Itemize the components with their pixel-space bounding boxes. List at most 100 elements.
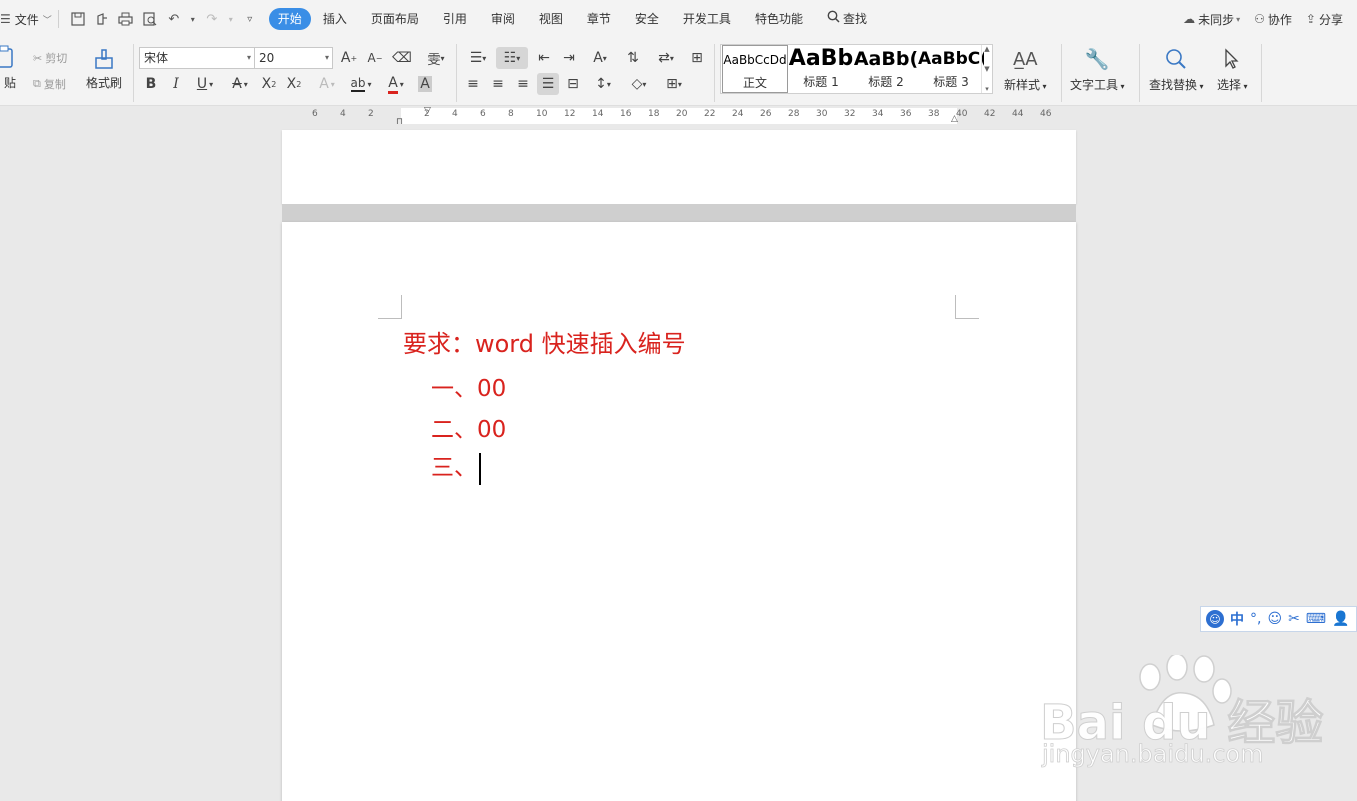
previous-page [282, 130, 1076, 204]
print-preview-icon[interactable] [141, 10, 159, 28]
underline-icon[interactable]: U ▾ [190, 73, 220, 95]
tab-home[interactable]: 开始 [268, 8, 311, 30]
divider [57, 10, 59, 28]
document-heading[interactable]: 要求：word 快速插入编号 [403, 324, 686, 359]
styles-scroll[interactable]: ▲ ▼ ▾ [981, 45, 992, 93]
customize-toolbar-icon[interactable]: ▿ [241, 10, 259, 28]
cut-label: 剪切 [45, 52, 68, 65]
left-indent-marker[interactable]: ⊓ [396, 117, 403, 127]
find-replace-text: 查找替换 ▾ [1149, 76, 1204, 93]
divider [1139, 44, 1140, 102]
sync-status[interactable]: ☁ 未同步 ▾ [1183, 11, 1240, 28]
cut-button[interactable]: ✂ 剪切 [33, 50, 67, 66]
show-hide-icon[interactable]: ⇄ ▾ [652, 47, 680, 69]
increase-indent-icon[interactable]: ⇥ [558, 47, 580, 69]
save-icon[interactable] [69, 10, 87, 28]
find-replace-button[interactable]: 查找替换 ▾ [1149, 46, 1204, 93]
distributed-icon[interactable]: ⊟ [562, 73, 584, 95]
list-item-active[interactable]: 三、 [431, 448, 481, 485]
shading-icon[interactable]: ◇ ▾ [625, 73, 653, 95]
select-button[interactable]: 选择 ▾ [1217, 46, 1248, 93]
export-icon[interactable] [93, 10, 111, 28]
keyboard-icon[interactable]: ⌨ [1306, 611, 1326, 627]
style-heading-2[interactable]: AaBb( 标题 2 [853, 45, 919, 93]
undo-icon[interactable]: ↶ [165, 10, 183, 28]
print-icon[interactable] [117, 10, 135, 28]
chevron-down-icon[interactable]: ▾ [227, 10, 235, 28]
user-icon[interactable]: 👤 [1332, 611, 1349, 627]
align-left-icon[interactable]: ≡ [462, 73, 484, 95]
superscript-icon[interactable]: X2 [258, 73, 280, 95]
copy-icon: ⧉ [33, 77, 41, 90]
font-color-icon[interactable]: A ▾ [381, 73, 411, 95]
bullet-list-icon[interactable]: ☰ ▾ [464, 47, 492, 69]
tab-chapter[interactable]: 章节 [575, 8, 623, 30]
align-right-icon[interactable]: ≡ [512, 73, 534, 95]
collaborate-button[interactable]: ⚇ 协作 [1254, 11, 1292, 28]
copy-button[interactable]: ⧉ 复制 [33, 76, 66, 92]
character-shading-icon[interactable]: A [414, 73, 436, 95]
clear-format-icon[interactable]: ⌫ [391, 47, 413, 69]
expand-icon[interactable]: ▾ [985, 85, 989, 93]
style-preview: AaBb( [853, 48, 919, 70]
tab-page-layout[interactable]: 页面布局 [359, 8, 431, 30]
justify-icon[interactable]: ☰ [537, 73, 559, 95]
style-heading-1[interactable]: AaBb 标题 1 [788, 45, 854, 93]
format-painter-label: 格式刷 [86, 76, 123, 90]
highlight-icon[interactable]: ab ▾ [346, 73, 376, 95]
chevron-down-icon[interactable]: ▾ [189, 10, 197, 28]
numbered-list-icon[interactable]: ☷ ▾ [496, 47, 528, 69]
horizontal-ruler[interactable]: ▽ ⊓ △ 6 4 2 2 4 6 8 10 12 14 16 18 20 22 24 26 28 30 32 34 3… [0, 106, 1357, 128]
border-icon[interactable]: ⊞ ▾ [660, 73, 688, 95]
tab-developer[interactable]: 开发工具 [671, 8, 743, 30]
shrink-font-icon[interactable]: A − [364, 47, 386, 69]
tab-features[interactable]: 特色功能 [743, 8, 815, 30]
menu-icon: ☰ [0, 12, 11, 26]
redo-icon[interactable]: ↷ [203, 10, 221, 28]
chevron-down-icon: ▾ [246, 53, 251, 62]
list-item[interactable]: 一、00 [431, 369, 506, 403]
format-painter-button[interactable]: 格式刷 [86, 46, 122, 91]
text-tools-text: 文字工具 ▾ [1070, 76, 1125, 93]
decrease-indent-icon[interactable]: ⇤ [533, 47, 555, 69]
tab-security[interactable]: 安全 [623, 8, 671, 30]
ime-mode-toggle[interactable]: 中 [1230, 609, 1244, 629]
tab-insert[interactable]: 插入 [311, 8, 359, 30]
sort-icon[interactable]: ⇅ [622, 47, 644, 69]
paste-button[interactable]: 贴 [0, 44, 18, 91]
share-button[interactable]: ⇪ 分享 [1306, 11, 1343, 28]
style-heading-3[interactable]: AaBbC( 标题 3 [918, 45, 984, 93]
font-size-select[interactable]: 20 ▾ [254, 47, 333, 69]
font-name-select[interactable]: 宋体 ▾ [139, 47, 255, 69]
chevron-down-icon[interactable]: ▼ [984, 65, 989, 73]
file-menu[interactable]: ☰ 文件 ﹀ [0, 11, 52, 28]
table-border-icon[interactable]: ⊞ [686, 47, 708, 69]
ime-logo-icon[interactable]: ☺ [1206, 610, 1224, 628]
italic-icon[interactable]: I [165, 73, 187, 95]
style-normal[interactable]: AaBbCcDd 正文 [722, 45, 788, 93]
find-replace-label: 查找替换 [1149, 78, 1198, 92]
tab-review[interactable]: 审阅 [479, 8, 527, 30]
bold-icon[interactable]: B [140, 73, 162, 95]
chevron-up-icon[interactable]: ▲ [984, 45, 989, 53]
line-spacing-icon[interactable]: ↕ ▾ [589, 73, 617, 95]
strikethrough-icon[interactable]: A ▾ [225, 73, 255, 95]
punctuation-icon[interactable]: °, [1250, 611, 1261, 627]
grow-font-icon[interactable]: A + [338, 47, 360, 69]
text-effect-icon[interactable]: A ▾ [312, 73, 342, 95]
subscript-icon[interactable]: X2 [283, 73, 305, 95]
list-item[interactable]: 二、00 [431, 410, 506, 444]
tab-references[interactable]: 引用 [431, 8, 479, 30]
tab-search[interactable]: 查找 [815, 8, 879, 30]
current-page[interactable]: 要求：word 快速插入编号 一、00 二、00 三、 [282, 222, 1076, 801]
emoji-icon[interactable]: ☺ [1267, 611, 1282, 627]
text-direction-icon[interactable]: A ▾ [586, 47, 614, 69]
scissors-icon[interactable]: ✂ [1288, 611, 1300, 627]
ruler-tick-label: 18 [648, 109, 660, 119]
new-style-button[interactable]: A̲A 新样式 ▾ [1004, 46, 1047, 93]
text-tools-button[interactable]: 🔧 文字工具 ▾ [1070, 46, 1125, 93]
ruler-tick-label: 4 [452, 109, 458, 119]
phonetic-guide-icon[interactable]: 雯 ▾ [421, 47, 451, 69]
tab-view[interactable]: 视图 [527, 8, 575, 30]
align-center-icon[interactable]: ≡ [487, 73, 509, 95]
